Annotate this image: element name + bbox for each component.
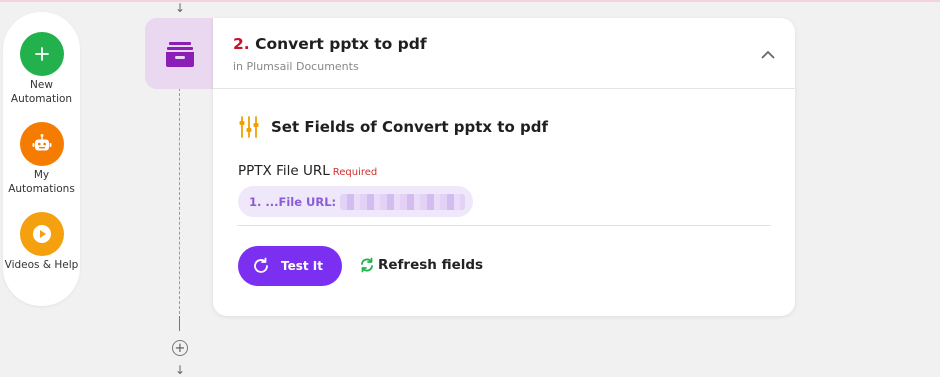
sidebar-item-videos-help[interactable]: Videos & Help xyxy=(3,212,80,272)
refresh-fields-button[interactable]: Refresh fields xyxy=(359,256,483,274)
flow-connector xyxy=(179,88,180,314)
reload-icon xyxy=(254,257,268,273)
sidebar-item-label: Videos & Help xyxy=(4,259,79,271)
sidebar-item-label: My Automations xyxy=(8,169,75,195)
sidebar-item-new-automation[interactable]: New Automation xyxy=(3,32,80,106)
field-label-pptx-url: PPTX File URL Required xyxy=(238,163,377,179)
play-icon xyxy=(19,212,64,256)
step-number: 2. xyxy=(233,35,250,53)
pptx-url-field[interactable]: 1. ...File URL: xyxy=(238,186,473,217)
step-subtitle: in Plumsail Documents xyxy=(233,60,359,73)
plus-icon xyxy=(19,32,64,76)
step-title-text: Convert pptx to pdf xyxy=(255,35,427,53)
redacted-value xyxy=(340,193,466,210)
step-app-icon-tile xyxy=(145,18,215,89)
field-label-text: PPTX File URL xyxy=(238,163,330,179)
flow-arrow-down-icon: ↓ xyxy=(175,363,186,377)
top-border xyxy=(0,0,940,2)
collapse-button[interactable] xyxy=(758,44,778,64)
test-it-button[interactable]: Test It xyxy=(238,246,342,286)
section-title: Set Fields of Convert pptx to pdf xyxy=(271,118,548,136)
refresh-icon xyxy=(361,257,373,273)
flow-connector-tick xyxy=(179,316,180,331)
step-title: 2. Convert pptx to pdf xyxy=(233,35,427,53)
section-header: Set Fields of Convert pptx to pdf xyxy=(237,115,548,139)
robot-icon xyxy=(19,122,64,166)
required-badge: Required xyxy=(332,167,378,178)
divider xyxy=(237,225,771,226)
refresh-fields-label: Refresh fields xyxy=(378,257,484,273)
step-card-header[interactable]: 2. Convert pptx to pdf in Plumsail Docum… xyxy=(213,18,795,89)
plus-icon: + xyxy=(174,340,186,356)
sidebar-item-label: New Automation xyxy=(10,79,73,105)
step-card: 2. Convert pptx to pdf in Plumsail Docum… xyxy=(213,18,795,316)
sidebar-item-my-automations[interactable]: My Automations xyxy=(3,122,80,196)
archive-tray-icon xyxy=(166,41,194,67)
sidebar: New Automation My Automations Videos & H… xyxy=(3,12,80,306)
sliders-icon xyxy=(239,116,259,138)
test-it-label: Test It xyxy=(281,259,323,273)
mapped-value-token: 1. ...File URL: xyxy=(249,194,337,209)
add-step-button[interactable]: + xyxy=(172,340,188,356)
flow-arrow-down-icon: ↓ xyxy=(175,1,186,15)
chevron-up-icon xyxy=(761,50,775,58)
